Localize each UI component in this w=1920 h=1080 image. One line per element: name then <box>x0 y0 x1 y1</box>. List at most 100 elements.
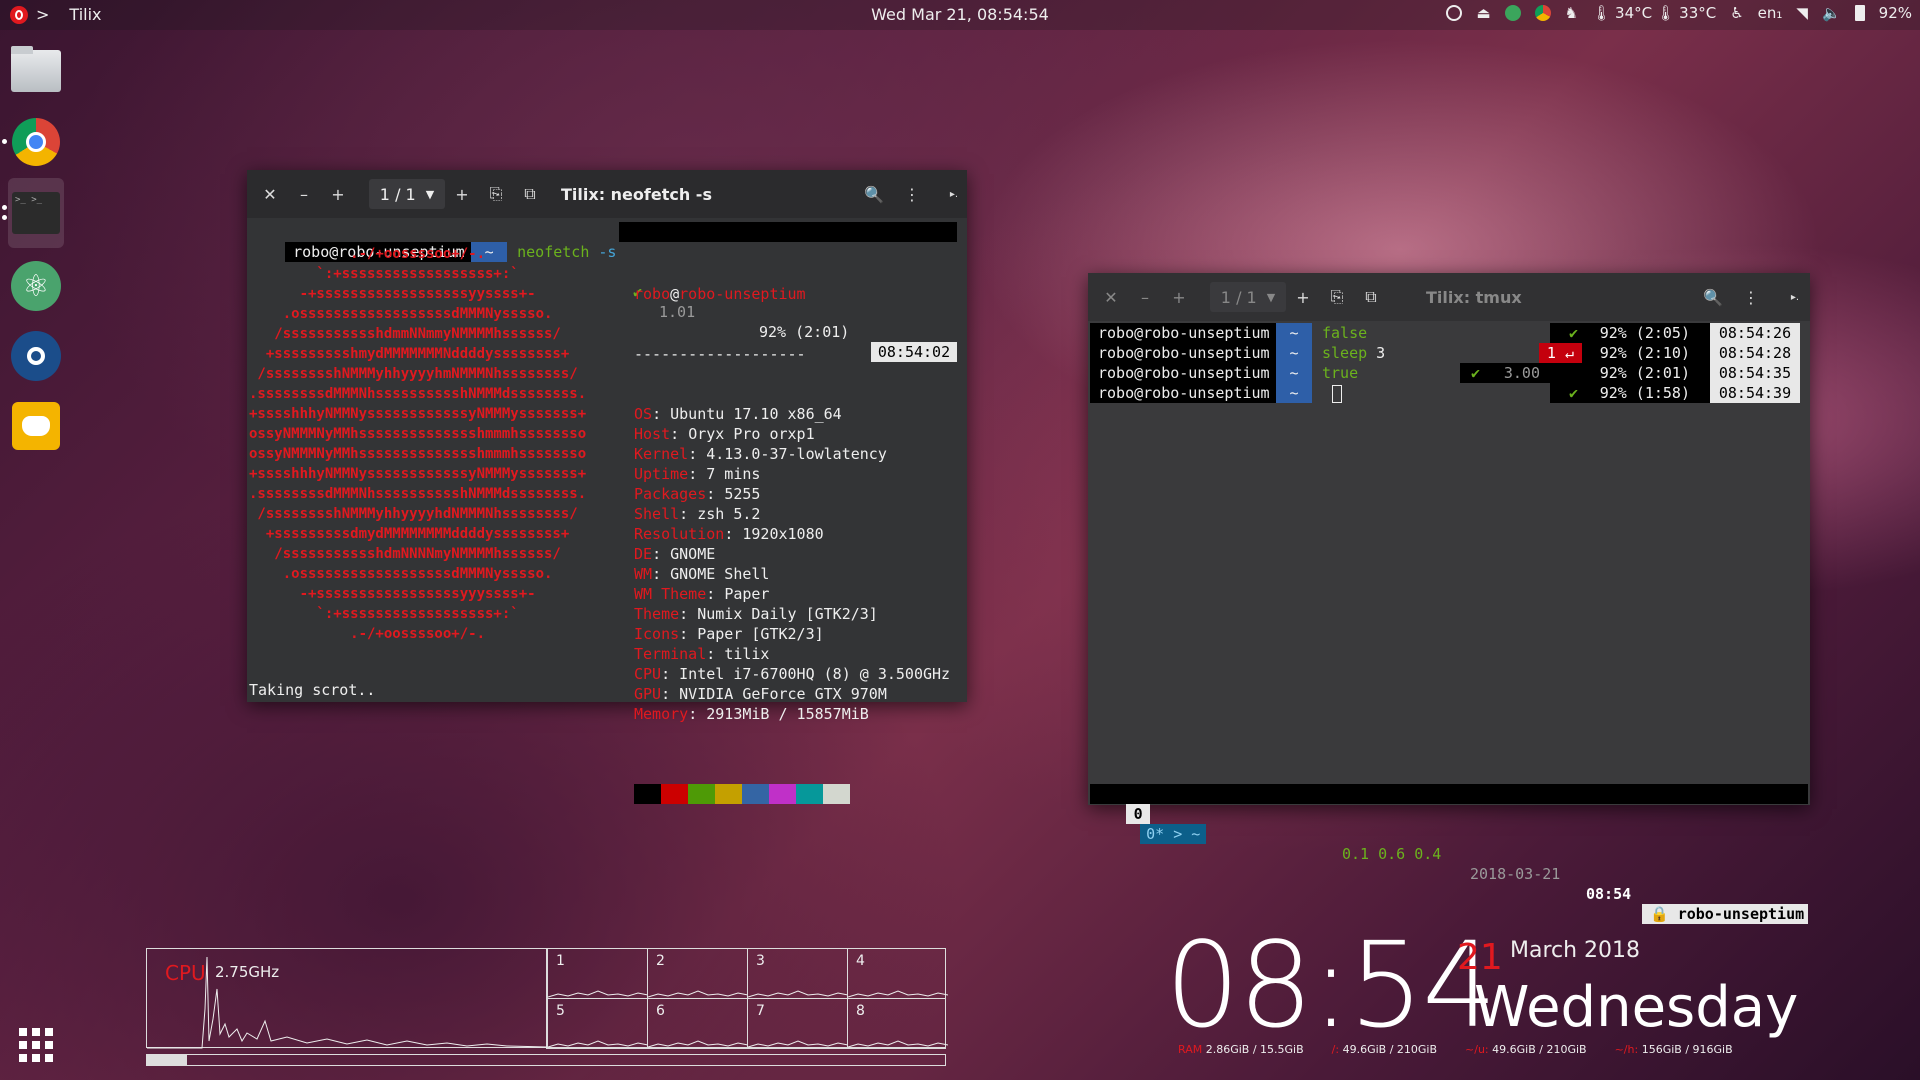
new-session-icon[interactable]: + <box>1286 288 1320 307</box>
scroll-icon[interactable]: ▸. <box>937 189 971 200</box>
info-key: Kernel <box>634 445 689 463</box>
info-value: Numix Daily [GTK2/3] <box>697 605 878 623</box>
neofetch-info: robo@robo-unseptium ------------------- … <box>634 244 950 844</box>
tmux-prompt-line: robo@robo-unseptium ~ true ✔ 3.00 92% (2:01) 0… <box>1090 363 1800 383</box>
wifi-icon[interactable]: ◥ <box>1796 4 1808 22</box>
close-icon[interactable]: ✕ <box>253 185 287 204</box>
files-icon[interactable] <box>8 41 64 101</box>
prompt-cmd-arg: -s <box>598 243 617 261</box>
ubuntu-ascii-logo: .-/+oossssoo+/-. `:+ssssssssssssssssss+:… <box>249 244 586 644</box>
split-vertical-icon[interactable]: ⎘ <box>479 184 513 204</box>
window-title: Tilix: neofetch -s <box>561 184 712 204</box>
new-session-icon[interactable]: + <box>445 185 479 204</box>
cpu-core-graph: 7 <box>747 999 848 1049</box>
info-key: GPU <box>634 685 662 703</box>
cpu-core-graph: 4 <box>847 949 948 999</box>
eject-icon[interactable]: ⏏ <box>1476 4 1490 22</box>
battery-icon[interactable] <box>1854 5 1865 21</box>
disk-value: 49.6GiB / 210GiB <box>1342 1043 1438 1056</box>
logo-line: .-/+oossssoo+/-. <box>249 626 486 642</box>
disk-usage: RAM 2.86GiB / 15.5GiB /: 49.6GiB / 210GiB… <box>1178 1043 1755 1056</box>
prompt-time: 08:54:28 <box>1710 343 1800 363</box>
split-vertical-icon[interactable]: ⎘ <box>1320 287 1354 307</box>
desktop-month-year: March 2018 <box>1510 938 1641 963</box>
tmux-host-name: robo-unseptium <box>1677 905 1805 923</box>
top-bar: > Tilix Wed Mar 21, 08:54:54 ⏏ ♞ 🌡 34°C 🌡… <box>0 0 1920 30</box>
close-icon[interactable]: ✕ <box>1094 288 1128 307</box>
host-at: @ <box>670 285 680 303</box>
minimize-icon[interactable]: – <box>287 185 321 204</box>
palette-swatch <box>715 784 742 804</box>
cpu-core-graph: 8 <box>847 999 948 1049</box>
chrome-icon[interactable] <box>2 112 64 172</box>
steam-tray-icon[interactable] <box>1446 5 1463 21</box>
color-palette <box>634 784 950 804</box>
info-key: Resolution <box>634 525 725 543</box>
battery-percent[interactable]: 92% <box>1879 4 1912 22</box>
show-applications-icon[interactable] <box>8 1015 64 1075</box>
desktop-weekday: Wednesday <box>1474 975 1799 1040</box>
status: ✔ <box>1568 324 1578 342</box>
terminal-footer: Taking scrot.. <box>249 681 376 699</box>
discord-icon[interactable] <box>8 396 64 456</box>
session-selector[interactable]: 1 / 1 ▼ <box>1210 282 1286 312</box>
info-row: Shell: zsh 5.2 <box>634 505 761 523</box>
info-row: Packages: 5255 <box>634 485 761 503</box>
info-value: zsh 5.2 <box>697 505 761 523</box>
info-value: 5255 <box>724 485 761 503</box>
logo-line: .-/+oossssoo+/-. <box>249 246 486 262</box>
menu-icon[interactable]: ⋮ <box>1734 288 1768 307</box>
terminal-icon[interactable]: >_ >_ <box>2 178 64 248</box>
status: ✔ <box>1568 384 1578 402</box>
window-title: Tilix: tmux <box>1426 287 1522 307</box>
palette-swatch <box>769 784 796 804</box>
green-status-icon[interactable] <box>1504 5 1521 21</box>
session-selector[interactable]: 1 / 1 ▼ <box>369 179 445 209</box>
tilix-window-tmux[interactable]: ✕ – + 1 / 1 ▼ + ⎘ ⧉ Tilix: tmux 🔍 ⋮ ▸. ro… <box>1088 273 1810 924</box>
logo-line: .ossssssssssssssssssdMMMNysssso. <box>249 306 553 322</box>
split-horizontal-icon[interactable]: ⧉ <box>513 184 547 204</box>
logo-line: .ssssssssdMMMNhsssssssssshNMMMdssssssss. <box>249 486 587 502</box>
prompt-user: robo@robo-unseptium <box>1090 363 1276 383</box>
disk-stat: RAM 2.86GiB / 15.5GiB <box>1178 1043 1304 1056</box>
info-row: WM: GNOME Shell <box>634 565 770 583</box>
info-key: CPU <box>634 665 662 683</box>
add-icon[interactable]: + <box>1162 288 1196 307</box>
disk-label: ~/u: <box>1465 1043 1493 1056</box>
disk-stat: ~/h: 156GiB / 916GiB <box>1615 1043 1733 1056</box>
window-header[interactable]: ✕ – + 1 / 1 ▼ + ⎘ ⧉ Tilix: neofetch -s 🔍 … <box>247 170 967 218</box>
scroll-icon[interactable]: ▸. <box>1778 292 1812 303</box>
chrome-tray-icon[interactable] <box>1534 5 1551 21</box>
steam-icon[interactable] <box>8 326 64 386</box>
cpu-widget: CPU 2.75GHz 1234 5678 <box>146 948 948 1049</box>
menu-icon[interactable]: ⋮ <box>895 185 929 204</box>
logo-line: +sssshhhyNMMNyssssssssssssyNMMMysssssss+ <box>249 406 587 422</box>
info-row: Icons: Paper [GTK2/3] <box>634 625 824 643</box>
tmux-pane[interactable]: robo@robo-unseptium ~ false ✔ 92% (2:05) 08:5… <box>1090 323 1800 403</box>
info-key: WM <box>634 565 653 583</box>
split-horizontal-icon[interactable]: ⧉ <box>1354 287 1388 307</box>
info-value: NVIDIA GeForce GTX 970M <box>679 685 887 703</box>
prompt-user: robo@robo-unseptium <box>1090 323 1276 343</box>
info-row: Host: Oryx Pro orxp1 <box>634 425 815 443</box>
keyboard-layout[interactable]: en₁ <box>1758 4 1783 22</box>
page-label: 1 / 1 <box>379 184 416 204</box>
temp-1: 34°C <box>1615 4 1653 22</box>
tmux-window[interactable]: 0* > ~ <box>1140 824 1207 844</box>
search-icon[interactable]: 🔍 <box>857 185 891 204</box>
tilix-window-neofetch[interactable]: ✕ – + 1 / 1 ▼ + ⎘ ⧉ Tilix: neofetch -s 🔍 … <box>247 170 967 804</box>
search-icon[interactable]: 🔍 <box>1696 288 1730 307</box>
volume-icon[interactable]: 🔈 <box>1822 4 1841 22</box>
window-header-2[interactable]: ✕ – + 1 / 1 ▼ + ⎘ ⧉ Tilix: tmux 🔍 ⋮ ▸. <box>1088 273 1810 321</box>
system-tray[interactable]: ⏏ ♞ 🌡 34°C 🌡 33°C ♿ en₁ ◥ 🔈 92% <box>1446 4 1912 22</box>
prompt-arg: 3 <box>1367 344 1386 362</box>
add-icon[interactable]: + <box>321 185 355 204</box>
minimize-icon[interactable]: – <box>1128 288 1162 307</box>
info-key: Host <box>634 425 671 443</box>
disk-label: /: <box>1331 1043 1343 1056</box>
info-key: DE <box>634 545 653 563</box>
info-row: Kernel: 4.13.0-37-lowlatency <box>634 445 887 463</box>
indicator-icon[interactable]: ♞ <box>1565 4 1578 22</box>
accessibility-icon[interactable]: ♿ <box>1730 4 1743 22</box>
atom-icon[interactable]: ⚛ <box>8 256 64 316</box>
